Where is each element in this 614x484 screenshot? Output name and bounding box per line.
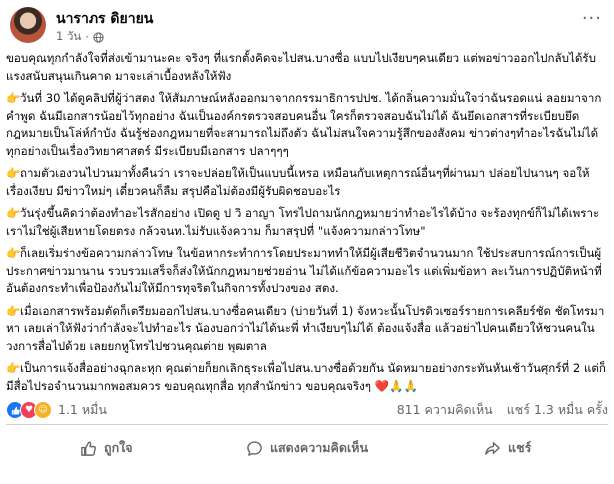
like-label: ถูกใจ [104,440,133,455]
reactions-summary[interactable]: ♥ ☺ 1.1 หมื่น [6,400,107,420]
post-paragraph: 👉วันที่ 30 ได้ดูคลิปที่ผู้ว่าสตง ให้สัมภ… [6,90,608,160]
post-meta: 1 วัน · [56,28,104,46]
pointing-hand-icon: 👉 [6,303,21,318]
praying-hands-icon: 🙏🙏 [389,378,419,393]
reaction-count: 1.1 หมื่น [58,402,107,417]
post-paragraph: 👉ถามตัวเองวนไปวนมาทั้งคืนว่า เราจะปล่อยใ… [6,165,608,200]
comment-label: แสดงความคิดเห็น [269,440,369,455]
share-button[interactable]: แชร์ [407,430,608,466]
post-paragraph: 👉เป็นการแจ้งสื่ออย่างฉุกละหุก คุณต่ายก็ย… [6,360,608,395]
engagement-counts: 811 ความคิดเห็น แชร์ 1.3 หมื่น ครั้ง [397,400,608,420]
paragraph-text: ถามตัวเองวนไปวนมาทั้งคืนว่า เราจะปล่อยให… [6,166,590,198]
comment-button[interactable]: แสดงความคิดเห็น [207,430,408,466]
avatar[interactable] [10,7,46,43]
care-reaction-icon: ☺ [34,401,52,419]
paragraph-text: วันที่ 30 ได้ดูคลิปที่ผู้ว่าสตง ให้สัมภา… [6,91,602,158]
share-count[interactable]: แชร์ 1.3 หมื่น ครั้ง [507,400,608,420]
share-label: แชร์ [508,440,532,455]
post-paragraph: ขอบคุณทุกกำลังใจที่ส่งเข้ามานะคะ จริงๆ ท… [6,50,608,85]
pointing-hand-icon: 👉 [6,91,21,105]
paragraph-text: เมื่อเอกสารพร้อมตัดก็เตรียมออกไปสน.บางซื… [6,303,605,353]
post-body: ขอบคุณทุกกำลังใจที่ส่งเข้ามานะคะ จริงๆ ท… [6,50,608,400]
post-stats: ♥ ☺ 1.1 หมื่น 811 ความคิดเห็น แชร์ 1.3 ห… [6,398,608,420]
heart-icon: ❤️ [374,378,390,393]
meta-separator: · [85,30,89,44]
post-paragraph: 👉วันรุ่งขึ้นคิดว่าต้องทำอะไรสักอย่าง เปิ… [6,205,608,240]
actions-divider [6,424,608,425]
thumbs-up-icon [81,440,97,456]
like-button[interactable]: ถูกใจ [6,430,207,466]
paragraph-text: เป็นการแจ้งสื่ออย่างฉุกละหุก คุณต่ายก็ยก… [6,361,606,393]
paragraph-text: วันรุ่งขึ้นคิดว่าต้องทำอะไรสักอย่าง เปิด… [6,206,600,238]
paragraph-text: ขอบคุณทุกกำลังใจที่ส่งเข้ามานะคะ จริงๆ ท… [6,51,596,83]
pointing-hand-icon: 👉 [6,206,21,220]
comment-icon [247,440,262,456]
more-options-icon[interactable]: ··· [582,10,602,28]
post-time[interactable]: 1 วัน [56,28,81,46]
pointing-hand-icon: 👉 [6,166,21,180]
post-paragraph: 👉ก็เลยเริ่มร่างข้อความกล่าวโทษ ในข้อหากร… [6,245,608,298]
post-actions: ถูกใจ แสดงความคิดเห็น แชร์ [6,430,608,466]
globe-icon [93,31,104,43]
pointing-hand-icon: 👉 [6,361,21,375]
post-header: นาราภร ดิยายน 1 วัน · ··· [10,6,604,46]
author-name[interactable]: นาราภร ดิยายน [56,8,153,30]
paragraph-text: ก็เลยเริ่มร่างข้อความกล่าวโทษ ในข้อหากระ… [6,246,602,295]
post-paragraph: 👉เมื่อเอกสารพร้อมตัดก็เตรียมออกไปสน.บางซ… [6,303,608,356]
share-icon [485,441,500,455]
pointing-hand-icon: 👉 [6,246,21,260]
comment-count[interactable]: 811 ความคิดเห็น [397,400,493,420]
